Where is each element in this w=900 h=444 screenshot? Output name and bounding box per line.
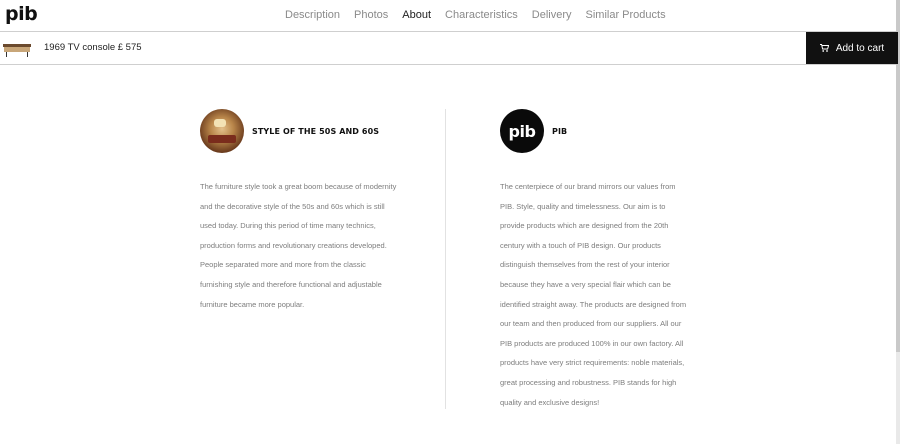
room-interior-photo (200, 109, 244, 153)
brand-logo[interactable]: pib (5, 3, 38, 25)
pib-section: pib PIB The centerpiece of our brand mir… (500, 109, 688, 420)
product-bar: 1969 TV console £ 575 Add to cart (0, 31, 898, 65)
nav-item-characteristics[interactable]: Characteristics (445, 8, 518, 22)
product-thumbnail[interactable] (3, 44, 31, 57)
pib-logo-badge: pib (500, 109, 544, 153)
nav-item-photos[interactable]: Photos (354, 8, 388, 22)
style-section: STYLE OF THE 50S AND 60S The furniture s… (200, 109, 400, 322)
pib-section-heading: PIB (552, 126, 568, 136)
column-divider (445, 109, 446, 409)
style-section-header: STYLE OF THE 50S AND 60S (200, 109, 400, 153)
nav-item-about[interactable]: About (402, 8, 431, 22)
add-to-cart-button[interactable]: Add to cart (806, 32, 898, 64)
nav-item-description[interactable]: Description (285, 8, 340, 22)
section-nav: Description Photos About Characteristics… (285, 8, 680, 22)
pib-section-header: pib PIB (500, 109, 688, 153)
page-scrollbar[interactable] (896, 0, 900, 444)
shopping-cart-icon (819, 44, 829, 52)
product-title: 1969 TV console £ 575 (44, 42, 142, 53)
nav-item-similar-products[interactable]: Similar Products (586, 8, 666, 22)
nav-item-delivery[interactable]: Delivery (532, 8, 572, 22)
pib-section-text: The centerpiece of our brand mirrors our… (500, 182, 687, 407)
style-section-text: The furniture style took a great boom be… (200, 182, 397, 309)
style-section-heading: STYLE OF THE 50S AND 60S (252, 126, 380, 136)
add-to-cart-label: Add to cart (835, 42, 885, 54)
top-navigation: pib Description Photos About Characteris… (0, 0, 896, 31)
